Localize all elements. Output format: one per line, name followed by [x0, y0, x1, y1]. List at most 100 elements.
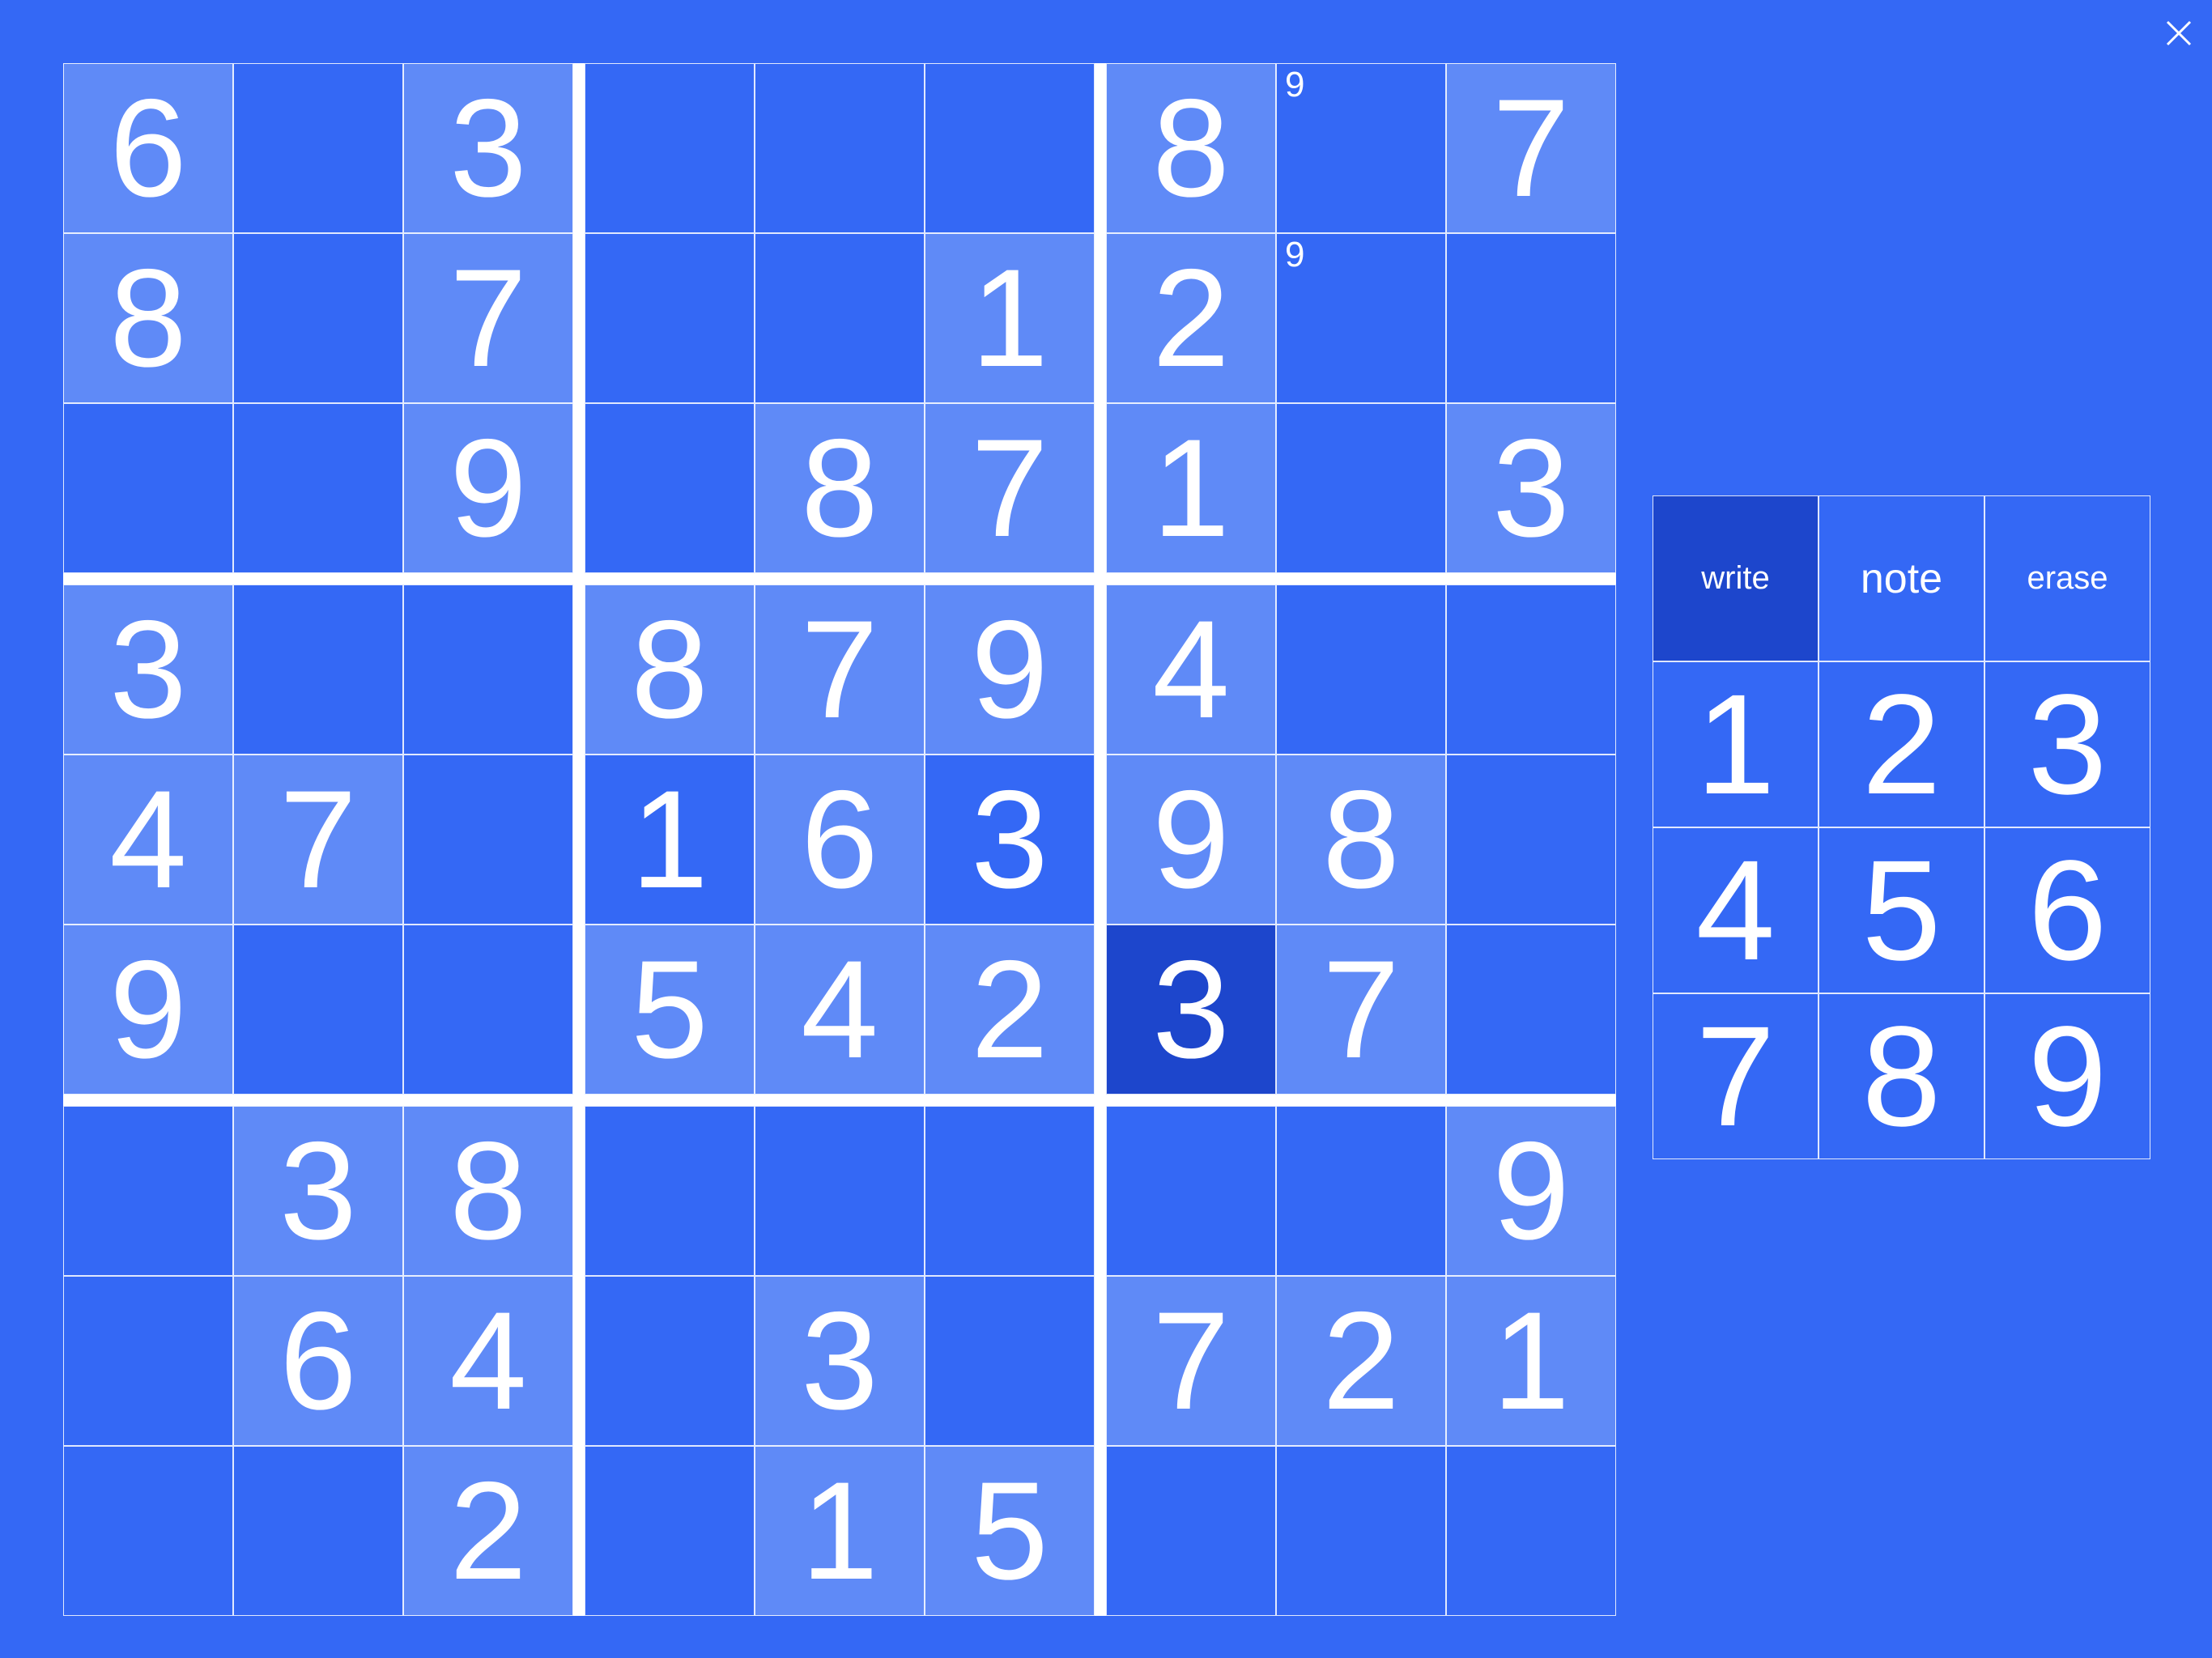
cell-r4-c5[interactable]: 7 [755, 585, 925, 755]
cell-r8-c9[interactable]: 1 [1446, 1276, 1616, 1446]
digit-button-7[interactable]: 7 [1653, 993, 1819, 1159]
cell-r3-c5[interactable]: 8 [755, 403, 925, 573]
cell-r4-c4[interactable]: 8 [585, 585, 755, 755]
cell-r7-c8[interactable] [1276, 1106, 1446, 1276]
cell-r3-c1[interactable] [63, 403, 233, 573]
cell-r7-c1[interactable] [63, 1106, 233, 1276]
cell-r6-c6[interactable]: 2 [925, 925, 1095, 1095]
cell-r1-c3[interactable]: 3 [403, 63, 573, 233]
cell-r8-c4[interactable] [585, 1276, 755, 1446]
cell-r1-c9[interactable]: 7 [1446, 63, 1616, 233]
cell-r2-c8[interactable]: 9 [1276, 233, 1446, 403]
cell-r6-c4[interactable]: 5 [585, 925, 755, 1095]
cell-r1-c4[interactable] [585, 63, 755, 233]
cell-r3-c8[interactable] [1276, 403, 1446, 573]
digit-button-5[interactable]: 5 [1819, 827, 1984, 993]
cell-r9-c9[interactable] [1446, 1446, 1616, 1616]
cell-r7-c2[interactable]: 3 [233, 1106, 403, 1276]
cell-r5-c9[interactable] [1446, 755, 1616, 925]
cell-r3-c7[interactable]: 1 [1106, 403, 1276, 573]
cell-r5-c6[interactable]: 3 [925, 755, 1095, 925]
digit-button-4[interactable]: 4 [1653, 827, 1819, 993]
cell-r4-c9[interactable] [1446, 585, 1616, 755]
cell-value: 3 [449, 70, 527, 226]
cell-r8-c7[interactable]: 7 [1106, 1276, 1276, 1446]
write-mode-button[interactable]: write [1653, 495, 1819, 661]
cell-r4-c1[interactable]: 3 [63, 585, 233, 755]
cell-r7-c7[interactable] [1106, 1106, 1276, 1276]
cell-r7-c6[interactable] [925, 1106, 1095, 1276]
cell-r5-c4[interactable]: 1 [585, 755, 755, 925]
cell-r4-c8[interactable] [1276, 585, 1446, 755]
cell-r5-c8[interactable]: 8 [1276, 755, 1446, 925]
cell-r1-c2[interactable] [233, 63, 403, 233]
cell-r1-c1[interactable]: 6 [63, 63, 233, 233]
note-mode-button[interactable]: note [1819, 495, 1984, 661]
cell-r3-c9[interactable]: 3 [1446, 403, 1616, 573]
cell-r3-c4[interactable] [585, 403, 755, 573]
digit-button-8[interactable]: 8 [1819, 993, 1984, 1159]
cell-r2-c9[interactable] [1446, 233, 1616, 403]
cell-r3-c2[interactable] [233, 403, 403, 573]
cell-r6-c9[interactable] [1446, 925, 1616, 1095]
cell-r8-c5[interactable]: 3 [755, 1276, 925, 1446]
cell-r9-c3[interactable]: 2 [403, 1446, 573, 1616]
cell-r7-c4[interactable] [585, 1106, 755, 1276]
digit-button-1[interactable]: 1 [1653, 661, 1819, 827]
cell-value: 5 [971, 1453, 1049, 1609]
cell-r3-c3[interactable]: 9 [403, 403, 573, 573]
cell-r9-c6[interactable]: 5 [925, 1446, 1095, 1616]
cell-r2-c6[interactable]: 1 [925, 233, 1095, 403]
cell-r5-c5[interactable]: 6 [755, 755, 925, 925]
cell-r6-c5[interactable]: 4 [755, 925, 925, 1095]
sudoku-screen: 6389787129987133879447163989542373896437… [0, 0, 2212, 1658]
cell-r5-c2[interactable]: 7 [233, 755, 403, 925]
cell-r8-c1[interactable] [63, 1276, 233, 1446]
cell-note: 9 [1285, 235, 1305, 274]
cell-r9-c5[interactable]: 1 [755, 1446, 925, 1616]
cell-r7-c3[interactable]: 8 [403, 1106, 573, 1276]
cell-r9-c2[interactable] [233, 1446, 403, 1616]
cell-r1-c6[interactable] [925, 63, 1095, 233]
cell-r8-c6[interactable] [925, 1276, 1095, 1446]
cell-r6-c8[interactable]: 7 [1276, 925, 1446, 1095]
cell-value: 7 [1492, 70, 1570, 226]
cell-r1-c7[interactable]: 8 [1106, 63, 1276, 233]
cell-r8-c2[interactable]: 6 [233, 1276, 403, 1446]
cell-r4-c6[interactable]: 9 [925, 585, 1095, 755]
digit-button-6[interactable]: 6 [1984, 827, 2150, 993]
cell-r1-c8[interactable]: 9 [1276, 63, 1446, 233]
cell-r5-c3[interactable] [403, 755, 573, 925]
cell-r4-c2[interactable] [233, 585, 403, 755]
cell-r1-c5[interactable] [755, 63, 925, 233]
cell-r6-c2[interactable] [233, 925, 403, 1095]
digit-button-9[interactable]: 9 [1984, 993, 2150, 1159]
cell-r4-c3[interactable] [403, 585, 573, 755]
cell-r3-c6[interactable]: 7 [925, 403, 1095, 573]
cell-r2-c7[interactable]: 2 [1106, 233, 1276, 403]
cell-r5-c7[interactable]: 9 [1106, 755, 1276, 925]
cell-r7-c5[interactable] [755, 1106, 925, 1276]
cell-r4-c7[interactable]: 4 [1106, 585, 1276, 755]
digit-button-3[interactable]: 3 [1984, 661, 2150, 827]
cell-r8-c8[interactable]: 2 [1276, 1276, 1446, 1446]
close-button[interactable] [2165, 19, 2193, 47]
cell-r6-c3[interactable] [403, 925, 573, 1095]
cell-r2-c5[interactable] [755, 233, 925, 403]
cell-r9-c7[interactable] [1106, 1446, 1276, 1616]
cell-r2-c1[interactable]: 8 [63, 233, 233, 403]
cell-r2-c4[interactable] [585, 233, 755, 403]
cell-r6-c7[interactable]: 3 [1106, 925, 1276, 1095]
close-icon [2166, 20, 2192, 46]
cell-r2-c3[interactable]: 7 [403, 233, 573, 403]
cell-r2-c2[interactable] [233, 233, 403, 403]
cell-r7-c9[interactable]: 9 [1446, 1106, 1616, 1276]
cell-r6-c1[interactable]: 9 [63, 925, 233, 1095]
cell-r8-c3[interactable]: 4 [403, 1276, 573, 1446]
digit-button-2[interactable]: 2 [1819, 661, 1984, 827]
cell-r9-c8[interactable] [1276, 1446, 1446, 1616]
cell-r9-c1[interactable] [63, 1446, 233, 1616]
cell-r9-c4[interactable] [585, 1446, 755, 1616]
erase-mode-button[interactable]: erase [1984, 495, 2150, 661]
cell-r5-c1[interactable]: 4 [63, 755, 233, 925]
